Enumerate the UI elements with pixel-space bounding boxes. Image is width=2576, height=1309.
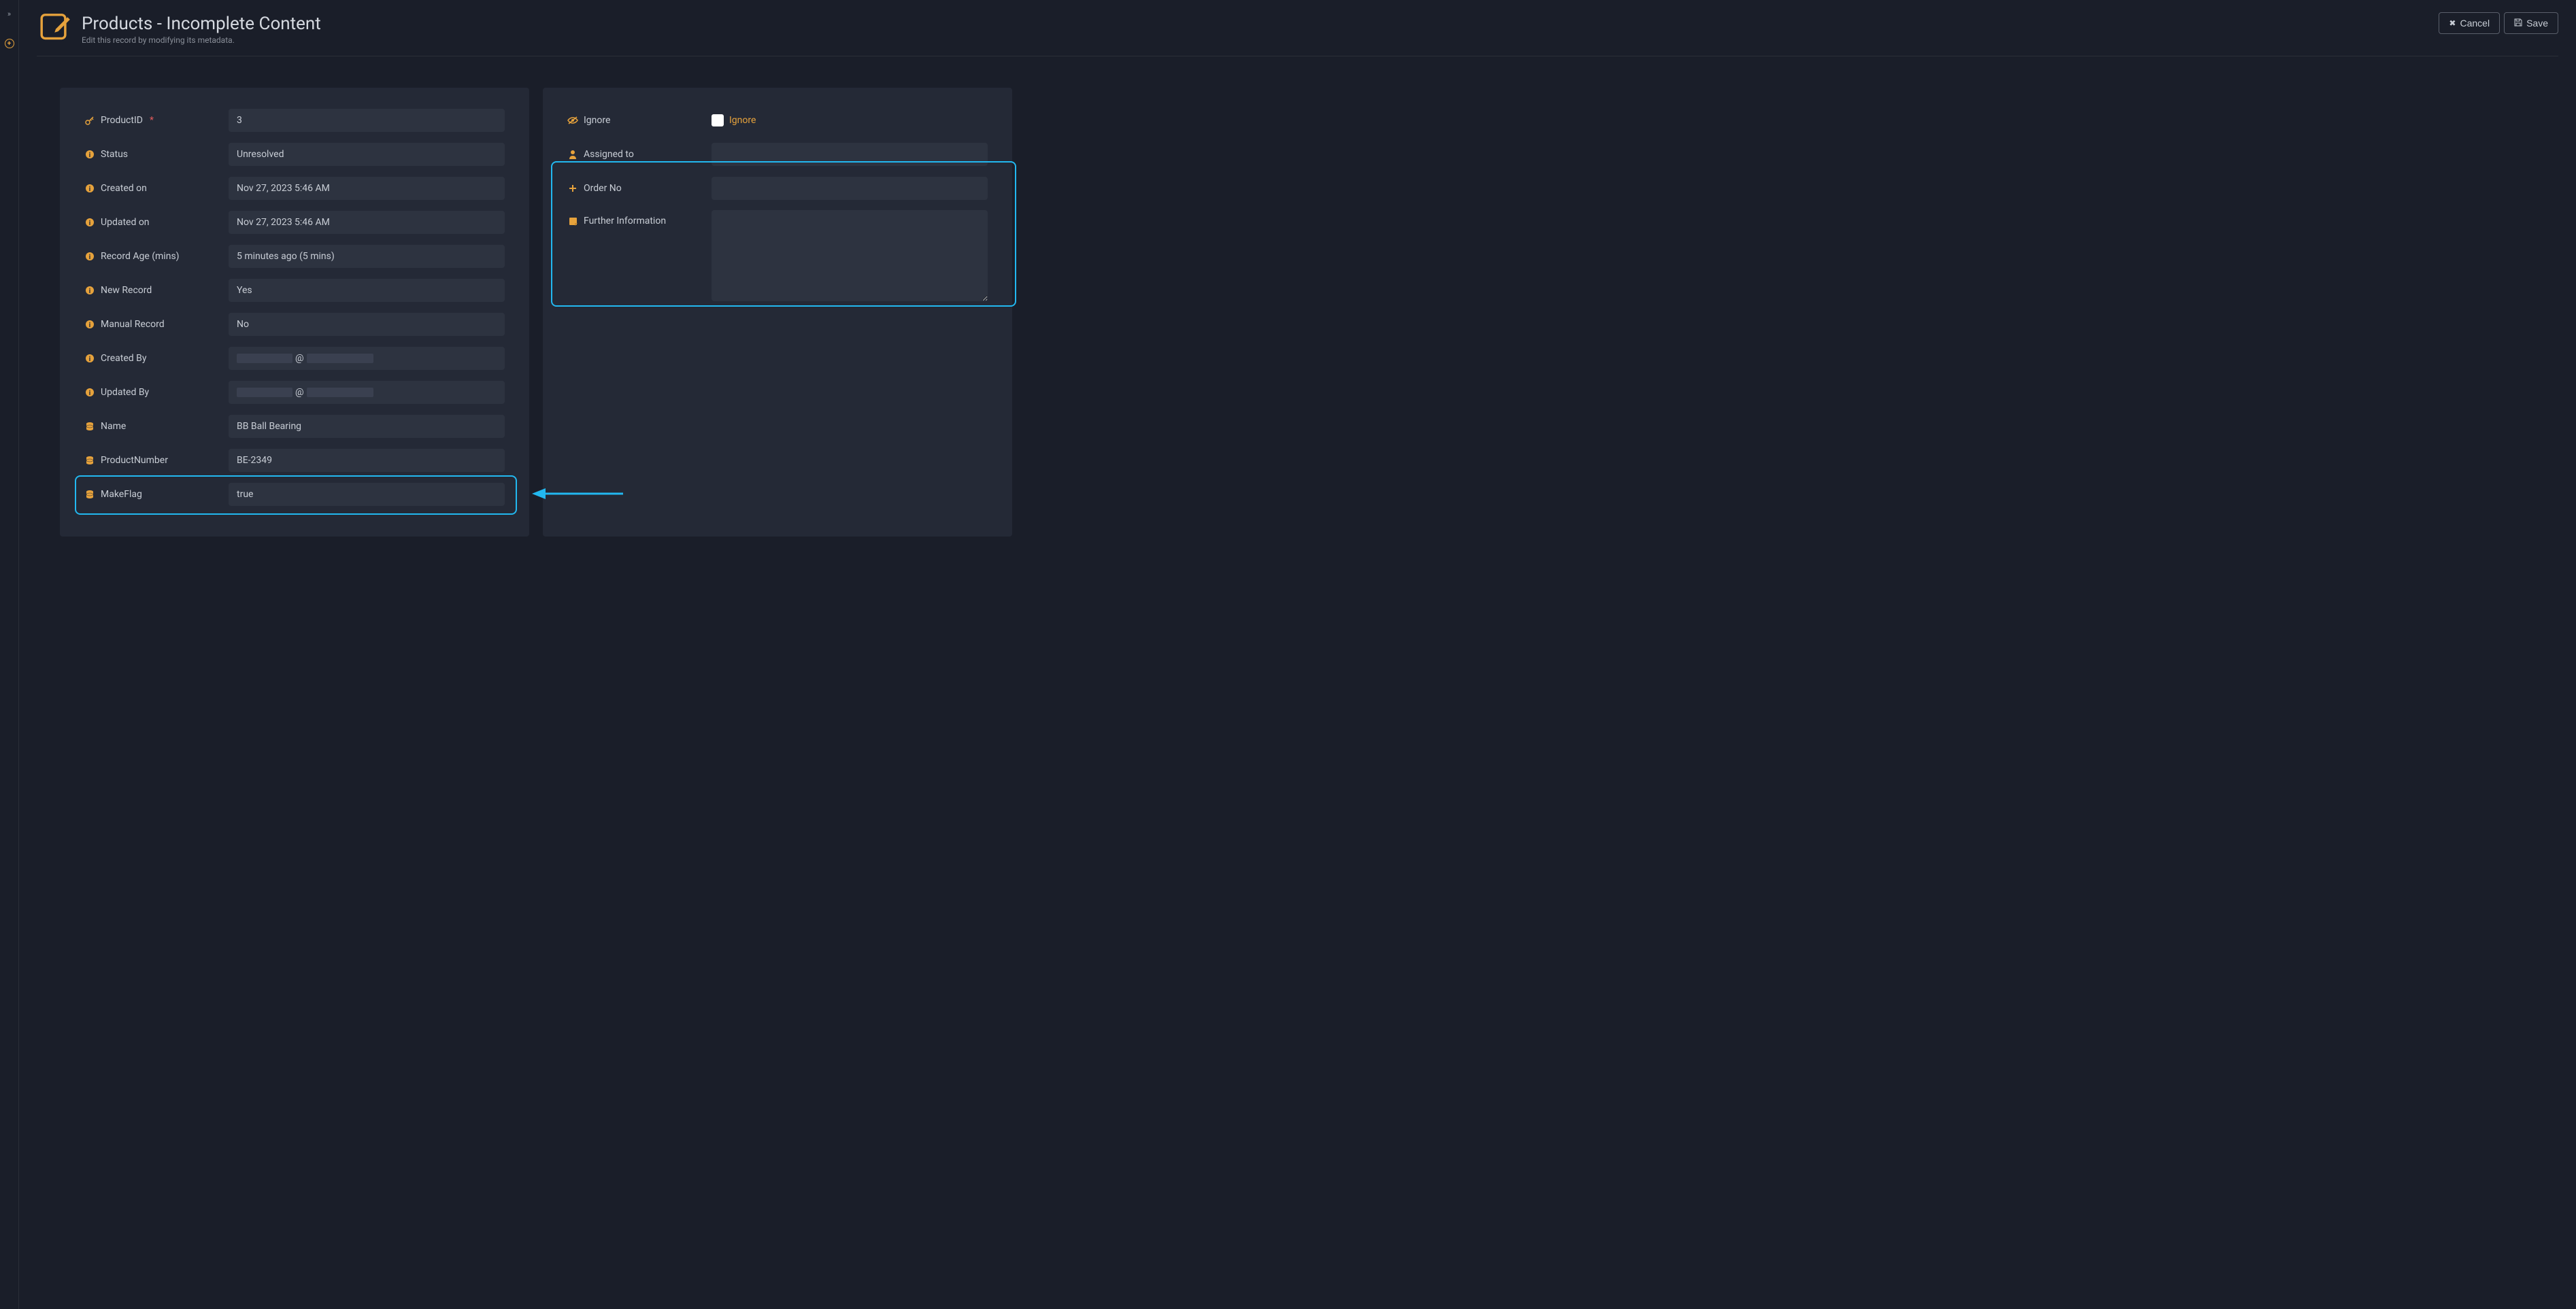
input-updated-on[interactable]: [229, 211, 505, 234]
database-icon: [84, 489, 95, 500]
page-title: Products - Incomplete Content: [82, 14, 321, 34]
label-status: Status: [101, 149, 128, 160]
eye-slash-icon: [567, 115, 578, 126]
save-button-label: Save: [2526, 18, 2548, 29]
svg-text:i: i: [89, 288, 91, 295]
database-icon: [84, 421, 95, 432]
field-name: Name: [84, 414, 505, 438]
svg-text:i: i: [89, 186, 91, 193]
svg-text:i: i: [89, 390, 91, 397]
expand-sidebar-icon[interactable]: »: [4, 8, 15, 19]
close-icon: ✖: [2449, 18, 2456, 28]
input-created-on[interactable]: [229, 177, 505, 200]
required-marker: *: [150, 115, 154, 126]
cancel-button[interactable]: ✖ Cancel: [2439, 12, 2500, 34]
textarea-further-info[interactable]: [712, 210, 988, 301]
arrow-pointer: [529, 483, 624, 507]
label-product-number: ProductNumber: [101, 455, 168, 466]
svg-text:i: i: [89, 322, 91, 329]
page-subtitle: Edit this record by modifying its metada…: [82, 35, 321, 45]
user-icon: [567, 149, 578, 160]
label-created-by: Created By: [101, 353, 146, 364]
label-order-no: Order No: [584, 183, 622, 194]
label-manual-record: Manual Record: [101, 319, 165, 330]
save-icon: [2514, 18, 2522, 29]
input-updated-by[interactable]: @: [229, 381, 505, 404]
info-icon: i: [84, 149, 95, 160]
key-icon: [84, 115, 95, 126]
redacted-text: [237, 388, 292, 397]
field-product-id: ProductID *: [84, 108, 505, 132]
field-assigned-to: Assigned to: [567, 142, 988, 166]
info-icon: i: [84, 217, 95, 228]
page-header: Products - Incomplete Content Edit this …: [37, 10, 2558, 56]
field-created-on: i Created on: [84, 176, 505, 200]
input-order-no[interactable]: [712, 177, 988, 200]
label-further-info: Further Information: [584, 216, 666, 226]
info-icon: i: [84, 353, 95, 364]
input-created-by[interactable]: @: [229, 347, 505, 370]
at-symbol: @: [295, 387, 304, 398]
checkbox-label-ignore[interactable]: Ignore: [729, 115, 756, 126]
input-make-flag[interactable]: [229, 483, 505, 506]
input-product-id[interactable]: [229, 109, 505, 132]
info-icon: i: [84, 319, 95, 330]
svg-text:i: i: [89, 152, 91, 159]
input-new-record[interactable]: [229, 279, 505, 302]
label-created-on: Created on: [101, 183, 147, 194]
label-updated-on: Updated on: [101, 217, 150, 228]
field-record-age: i Record Age (mins): [84, 244, 505, 268]
info-icon: i: [84, 251, 95, 262]
redacted-text: [307, 388, 373, 397]
left-panel: ProductID * i Status: [60, 88, 529, 537]
plus-icon: [567, 183, 578, 194]
label-name: Name: [101, 421, 126, 432]
cancel-button-label: Cancel: [2460, 18, 2490, 29]
field-order-no: Order No: [567, 176, 988, 200]
svg-text:i: i: [89, 254, 91, 261]
at-symbol: @: [295, 353, 304, 364]
input-name[interactable]: [229, 415, 505, 438]
field-status: i Status: [84, 142, 505, 166]
note-icon: [567, 216, 578, 226]
field-make-flag: MakeFlag: [84, 482, 505, 506]
save-button[interactable]: Save: [2504, 12, 2558, 34]
label-product-id: ProductID: [101, 115, 143, 126]
info-icon: i: [84, 387, 95, 398]
label-updated-by: Updated By: [101, 387, 149, 398]
label-record-age: Record Age (mins): [101, 251, 180, 262]
field-product-number: ProductNumber: [84, 448, 505, 472]
info-icon: i: [84, 285, 95, 296]
field-updated-on: i Updated on: [84, 210, 505, 234]
field-updated-by: i Updated By @: [84, 380, 505, 404]
field-further-info: Further Information: [567, 210, 988, 301]
field-ignore: Ignore Ignore: [567, 108, 988, 132]
field-created-by: i Created By @: [84, 346, 505, 370]
right-panel: Ignore Ignore Assigned to: [543, 88, 1012, 537]
svg-text:i: i: [89, 220, 91, 227]
database-icon: [84, 455, 95, 466]
field-new-record: i New Record: [84, 278, 505, 302]
label-assigned-to: Assigned to: [584, 149, 634, 160]
input-record-age[interactable]: [229, 245, 505, 268]
info-icon: i: [84, 183, 95, 194]
field-manual-record: i Manual Record: [84, 312, 505, 336]
edit-icon: [37, 10, 75, 45]
label-ignore: Ignore: [584, 115, 610, 126]
input-assigned-to[interactable]: [712, 143, 988, 166]
input-manual-record[interactable]: [229, 313, 505, 336]
checkbox-ignore[interactable]: [712, 114, 724, 126]
redacted-text: [307, 354, 373, 363]
label-make-flag: MakeFlag: [101, 489, 142, 500]
input-product-number[interactable]: [229, 449, 505, 472]
left-rail: » +: [0, 0, 19, 1309]
redacted-text: [237, 354, 292, 363]
input-status[interactable]: [229, 143, 505, 166]
label-new-record: New Record: [101, 285, 152, 296]
add-item-icon[interactable]: +: [4, 38, 15, 49]
svg-text:i: i: [89, 356, 91, 363]
